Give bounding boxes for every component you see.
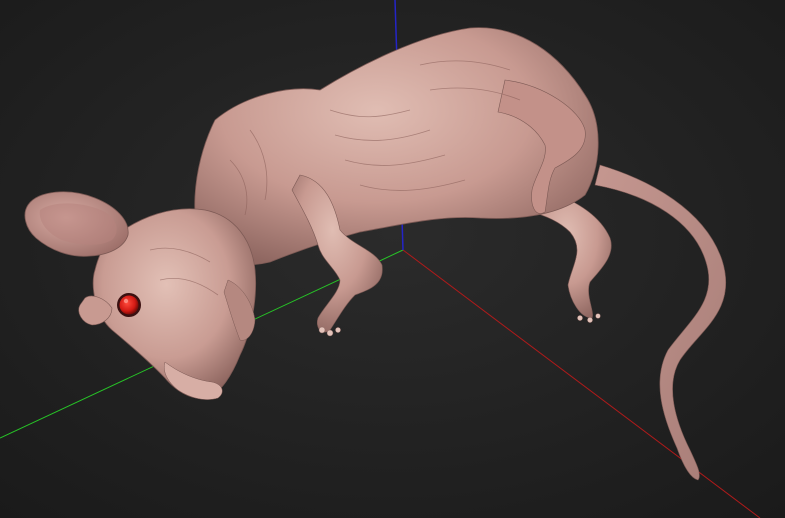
eye	[119, 295, 139, 315]
viewport-canvas[interactable]	[0, 0, 785, 518]
eye-highlight	[123, 298, 129, 304]
3d-viewport[interactable]	[0, 0, 785, 518]
